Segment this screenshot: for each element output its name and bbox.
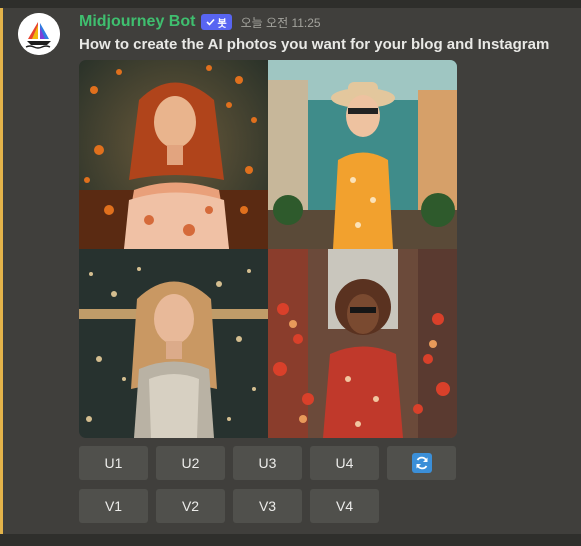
bot-tag-label: 봇 bbox=[217, 18, 227, 30]
u4-button[interactable]: U4 bbox=[310, 446, 379, 480]
variation-button-row: V1 V2 V3 V4 bbox=[79, 489, 379, 523]
bot-avatar[interactable] bbox=[18, 13, 60, 55]
grid-image-3[interactable] bbox=[79, 249, 268, 438]
upscale-button-row: U1 U2 U3 U4 bbox=[79, 446, 456, 480]
sailboat-icon bbox=[18, 13, 60, 55]
portrait-sunhat-street-icon bbox=[268, 60, 457, 249]
timestamp[interactable]: 오늘 오전 11:25 bbox=[241, 14, 321, 31]
mention-highlight-bar bbox=[0, 8, 3, 534]
image-grid[interactable] bbox=[79, 60, 457, 438]
portrait-autumn-leaves-icon bbox=[79, 60, 268, 249]
u1-button[interactable]: U1 bbox=[79, 446, 148, 480]
u3-button[interactable]: U3 bbox=[233, 446, 302, 480]
refresh-icon bbox=[411, 453, 432, 473]
username[interactable]: Midjourney Bot bbox=[79, 13, 195, 31]
portrait-flowers-street-icon bbox=[268, 249, 457, 438]
u2-button[interactable]: U2 bbox=[156, 446, 225, 480]
v3-button[interactable]: V3 bbox=[233, 489, 302, 523]
bot-tag: 봇 bbox=[201, 14, 232, 30]
top-bar bbox=[0, 0, 581, 8]
grid-image-2[interactable] bbox=[268, 60, 457, 249]
portrait-bokeh-lights-icon bbox=[79, 249, 268, 438]
message-content: How to create the AI photos you want for… bbox=[79, 36, 550, 53]
grid-image-1[interactable] bbox=[79, 60, 268, 249]
reroll-button[interactable] bbox=[387, 446, 456, 480]
chat-frame: Midjourney Bot 봇 오늘 오전 11:25 How to crea… bbox=[0, 0, 581, 546]
message-header: Midjourney Bot 봇 오늘 오전 11:25 bbox=[79, 12, 321, 32]
bottom-bar bbox=[0, 534, 581, 546]
v4-button[interactable]: V4 bbox=[310, 489, 379, 523]
v2-button[interactable]: V2 bbox=[156, 489, 225, 523]
grid-image-4[interactable] bbox=[268, 249, 457, 438]
verified-check-icon bbox=[206, 18, 216, 26]
v1-button[interactable]: V1 bbox=[79, 489, 148, 523]
